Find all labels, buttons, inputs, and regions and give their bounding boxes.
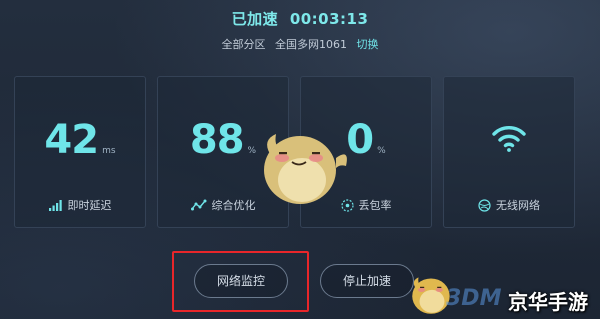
server-info: 全部分区 全国多网1061 切换 xyxy=(0,36,600,52)
watermark-brand-en: 3DM xyxy=(446,286,502,311)
packet-loss-unit: % xyxy=(377,146,386,156)
latency-card: 42 ms 即时延迟 xyxy=(14,76,146,228)
switch-server-link[interactable]: 切换 xyxy=(357,38,379,51)
trend-line-icon xyxy=(190,199,206,211)
latency-label-row: 即时延迟 xyxy=(15,197,145,213)
wifi-large xyxy=(444,123,574,157)
optimization-number: 88 xyxy=(189,117,245,163)
status-text: 已加速 xyxy=(231,10,279,28)
network-label: 全国多网1061 xyxy=(275,38,347,51)
optimization-label: 综合优化 xyxy=(211,199,256,212)
stop-acceleration-button[interactable]: 停止加速 xyxy=(320,264,414,298)
latency-unit: ms xyxy=(102,146,116,156)
signal-bars-icon xyxy=(48,200,62,211)
elapsed-timer: 00:03:13 xyxy=(289,10,369,28)
latency-value: 42 ms xyxy=(15,117,145,163)
acceleration-status: 已加速 00:03:13 xyxy=(0,8,600,29)
packet-loss-label: 丢包率 xyxy=(358,199,392,212)
mascot-image xyxy=(264,134,347,204)
watermark-brand-cn: 京华手游 xyxy=(508,290,588,314)
wireless-label-row: 无线网络 xyxy=(444,197,574,213)
network-monitor-button[interactable]: 网络监控 xyxy=(194,264,288,298)
watermark: 3DM 京华手游 xyxy=(446,286,588,316)
wireless-card: 无线网络 xyxy=(443,76,575,228)
wireless-label: 无线网络 xyxy=(496,199,540,212)
globe-icon xyxy=(478,198,491,212)
latency-number: 42 xyxy=(44,117,99,163)
region-label: 全部分区 xyxy=(221,38,266,51)
wifi-icon xyxy=(492,126,526,152)
latency-label: 即时延迟 xyxy=(67,199,112,212)
